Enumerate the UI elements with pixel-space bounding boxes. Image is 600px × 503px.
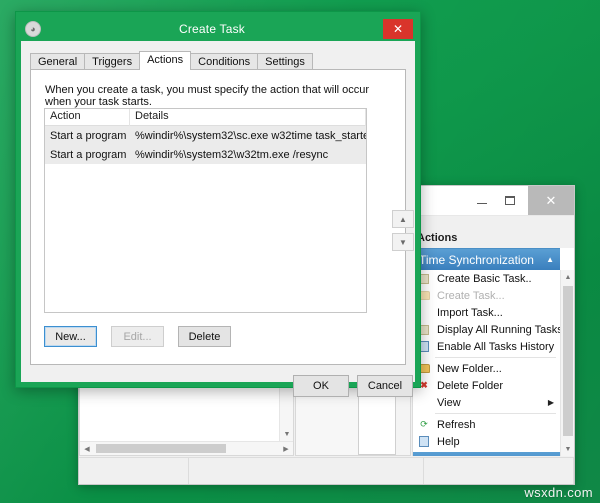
dialog-close-button[interactable]: ✕ <box>383 19 413 39</box>
actions-table[interactable]: Action Details Start a program %windir%\… <box>44 108 367 313</box>
desktop: ✕ THE WINDOWS CLUB S TextServicesFramewo… <box>0 0 600 503</box>
tab-strip: General Triggers Actions Conditions Sett… <box>30 51 406 71</box>
cell-action: Start a program <box>50 148 127 161</box>
action-refresh[interactable]: ⟳ Refresh <box>413 416 560 433</box>
table-row[interactable]: Start a program %windir%\system32\sc.exe… <box>45 126 366 145</box>
column-header-details[interactable]: Details <box>130 109 366 126</box>
hint-text: When you create a task, you must specify… <box>45 84 370 108</box>
tab-actions[interactable]: Actions <box>139 51 192 70</box>
group-title: Selected Item <box>419 455 546 457</box>
edit-action-button: Edit... <box>111 326 164 347</box>
divider <box>435 357 556 358</box>
site-watermark: wsxdn.com <box>524 485 593 500</box>
actions-group-header-time-synchronization[interactable]: Time Synchronization ▲ <box>413 248 560 270</box>
actions-pane: Actions Time Synchronization ▲ Create Ba… <box>412 232 574 456</box>
action-label: Enable All Tasks History <box>437 340 555 353</box>
actions-tab-panel: When you create a task, you must specify… <box>30 69 414 365</box>
minimize-button[interactable] <box>468 186 496 215</box>
chevron-right-icon: ▶ <box>547 398 554 407</box>
action-create-basic-task[interactable]: Create Basic Task.. <box>413 270 560 287</box>
refresh-icon: ⟳ <box>420 419 428 429</box>
view-icon <box>417 396 431 409</box>
action-label: Create Basic Task.. <box>437 272 532 285</box>
divider <box>435 413 556 414</box>
status-segment <box>424 458 574 484</box>
move-up-button[interactable]: ▲ <box>392 210 414 228</box>
scroll-down-icon[interactable]: ▼ <box>280 427 294 441</box>
actions-list: Create Basic Task.. Create Task... Impor… <box>413 270 560 456</box>
action-create-task: Create Task... <box>413 287 560 304</box>
cell-details: %windir%\system32\sc.exe w32time task_st… <box>135 129 366 142</box>
action-delete-folder[interactable]: ✖ Delete Folder <box>413 377 560 394</box>
column-header-action[interactable]: Action <box>45 109 130 126</box>
action-label: Create Task... <box>437 289 505 302</box>
dialog-titlebar[interactable]: ◕ Create Task ✕ <box>21 17 415 41</box>
dialog-title: Create Task <box>178 22 245 36</box>
action-label: Import Task... <box>437 306 503 319</box>
actions-group-header-selected-item[interactable]: Selected Item ▲ <box>413 452 560 456</box>
action-help[interactable]: Help <box>413 433 560 450</box>
new-action-button[interactable]: New... <box>44 326 97 347</box>
maximize-button[interactable] <box>496 186 524 215</box>
minimize-icon <box>477 203 487 204</box>
ok-button[interactable]: OK <box>293 375 349 397</box>
action-import-task[interactable]: Import Task... <box>413 304 560 321</box>
tree-horizontal-scrollbar[interactable]: ◀ ▶ <box>80 441 293 455</box>
cell-action: Start a program <box>50 129 127 142</box>
action-display-all-running-tasks[interactable]: Display All Running Tasks <box>413 321 560 338</box>
cell-details: %windir%\system32\w32tm.exe /resync <box>135 148 329 161</box>
action-enable-all-tasks-history[interactable]: Enable All Tasks History <box>413 338 560 355</box>
action-view[interactable]: View ▶ <box>413 394 560 411</box>
table-header-row: Action Details <box>45 109 366 126</box>
status-segment <box>79 458 189 484</box>
actions-pane-scrollbar[interactable]: ▲ ▼ <box>560 270 574 456</box>
action-label: Display All Running Tasks <box>437 323 560 336</box>
action-label: Delete Folder <box>437 379 504 392</box>
chevron-up-icon[interactable]: ▲ <box>546 255 554 264</box>
scrollbar-thumb[interactable] <box>96 444 226 453</box>
move-down-button[interactable]: ▼ <box>392 233 414 251</box>
action-label: Refresh <box>437 418 476 431</box>
scroll-right-icon[interactable]: ▶ <box>279 442 293 455</box>
delete-action-button[interactable]: Delete <box>178 326 231 347</box>
cancel-button[interactable]: Cancel <box>357 375 413 397</box>
create-task-dialog[interactable]: ◕ Create Task ✕ General Triggers Actions… <box>15 11 421 397</box>
close-window-button[interactable]: ✕ <box>528 186 574 215</box>
action-label: View <box>437 396 461 409</box>
actions-pane-label: Actions <box>417 232 458 244</box>
maximize-icon <box>505 196 515 205</box>
action-label: Help <box>437 435 460 448</box>
actions-group-title: Time Synchronization <box>419 252 534 267</box>
scroll-up-icon[interactable]: ▲ <box>561 270 574 284</box>
table-row[interactable]: Start a program %windir%\system32\w32tm.… <box>45 145 366 164</box>
dialog-body: General Triggers Actions Conditions Sett… <box>21 41 415 397</box>
task-scheduler-statusbar <box>79 457 574 484</box>
clock-icon: ◕ <box>25 21 41 37</box>
action-label: New Folder... <box>437 362 502 375</box>
scroll-left-icon[interactable]: ◀ <box>80 442 94 455</box>
scrollbar-thumb[interactable] <box>563 286 573 436</box>
help-icon <box>417 435 431 448</box>
action-new-folder[interactable]: New Folder... <box>413 360 560 377</box>
status-segment <box>189 458 424 484</box>
scroll-down-icon[interactable]: ▼ <box>561 442 574 456</box>
